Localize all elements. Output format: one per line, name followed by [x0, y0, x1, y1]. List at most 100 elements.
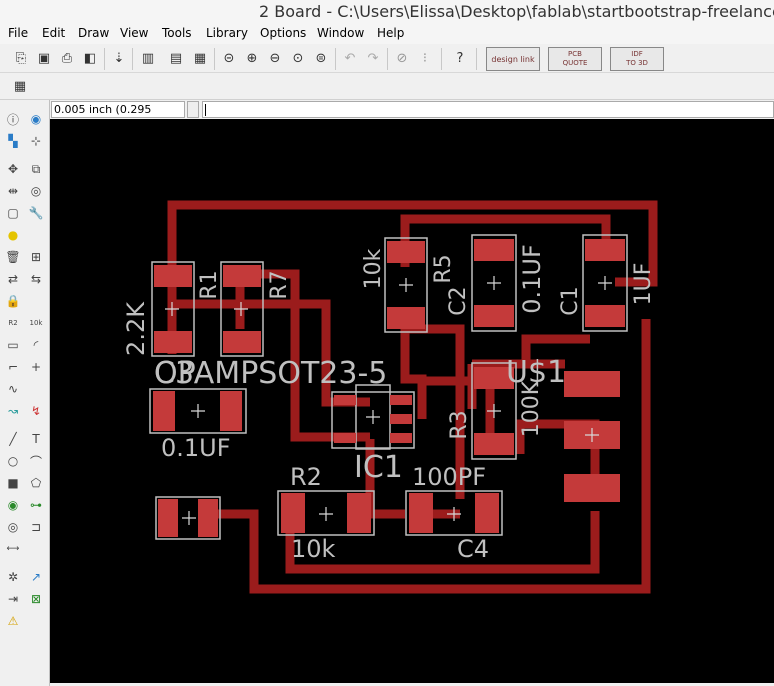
r1-pad	[154, 331, 192, 353]
c1-pad	[585, 305, 625, 327]
info-icon[interactable]: ⓘ	[5, 111, 21, 127]
menu-options[interactable]: Options	[260, 26, 306, 40]
errors-icon[interactable]: ⚠	[5, 613, 21, 629]
open-icon[interactable]: ⎘	[12, 49, 30, 67]
trace	[285, 511, 600, 574]
lock-icon[interactable]: 🔒	[5, 293, 21, 309]
grid-icon[interactable]: ▦	[11, 77, 29, 95]
polygon-icon[interactable]: ⬠	[28, 475, 44, 491]
route-icon[interactable]: ↝	[5, 403, 21, 419]
redo-icon[interactable]: ↷	[364, 49, 382, 67]
cam-icon[interactable]: ◧	[81, 49, 99, 67]
u1-pad	[564, 474, 620, 502]
ic1-pad	[390, 414, 412, 424]
copy-icon[interactable]: ⧉	[28, 161, 44, 177]
wire-icon[interactable]: ╱	[5, 431, 21, 447]
mirror-icon[interactable]: ⇹	[5, 183, 21, 199]
zoom-select-icon[interactable]: ⊙	[289, 49, 307, 67]
change-icon[interactable]: 🔧	[28, 205, 44, 221]
script-icon[interactable]: ⇣	[110, 49, 128, 67]
paste-icon[interactable]: ●	[5, 227, 21, 243]
ripup-icon[interactable]: ↯	[28, 403, 44, 419]
c4-name-label: C4	[457, 535, 489, 563]
pcb-quote-bottom-label: QUOTE	[562, 59, 588, 67]
rect-icon[interactable]: ■	[5, 475, 21, 491]
delete-icon[interactable]: 🗑	[5, 249, 21, 265]
dimension-icon[interactable]: ⟷	[5, 541, 21, 557]
zoom-redraw-icon[interactable]: ⊜	[312, 49, 330, 67]
design-link-label: design link	[491, 55, 535, 64]
menu-help[interactable]: Help	[377, 26, 404, 40]
r5-value-label: 10k	[361, 248, 386, 289]
c3-value-label: 0.1UF	[161, 434, 231, 462]
show-icon[interactable]: ◉	[28, 111, 44, 127]
menu-file[interactable]: File	[8, 26, 28, 40]
move-icon[interactable]: ✥	[5, 161, 21, 177]
ic1-name-label: IC1	[354, 450, 403, 485]
zoom-in-icon[interactable]: ⊕	[243, 49, 261, 67]
value-icon[interactable]: 10k	[28, 315, 44, 331]
r3-pad	[474, 433, 514, 455]
meander-icon[interactable]: ∿	[5, 381, 21, 397]
stop-icon[interactable]: ⊘	[393, 49, 411, 67]
zoom-out-icon[interactable]: ⊖	[266, 49, 284, 67]
main-toolbar: ⎘ ▣ ⎙ ◧ ⇣ ▥ ▤ ▦ ⊝ ⊕ ⊖ ⊙ ⊜ ↶ ↷ ⊘ ⁝ ? desi…	[0, 44, 774, 73]
split-icon[interactable]: ⌐	[5, 359, 21, 375]
attribute-icon[interactable]: ⊐	[28, 519, 44, 535]
r7-pad	[223, 265, 261, 287]
coordinate-toggle[interactable]	[187, 101, 199, 118]
c2-pad	[474, 305, 514, 327]
part-pad	[198, 499, 218, 537]
ratsnest-icon[interactable]: ✲	[5, 569, 21, 585]
command-input[interactable]	[202, 101, 774, 118]
name-icon[interactable]: R2	[5, 315, 21, 331]
text-icon[interactable]: T	[28, 431, 44, 447]
undo-icon[interactable]: ↶	[341, 49, 359, 67]
r7-name-label: R7	[267, 270, 292, 299]
add-icon[interactable]: ⊞	[28, 249, 44, 265]
idf-to-3d-button[interactable]: IDF TO 3D	[610, 47, 664, 71]
drc-icon[interactable]: ⊠	[28, 591, 44, 607]
pcb-quote-button[interactable]: PCB QUOTE	[548, 47, 602, 71]
via-icon[interactable]: ◉	[5, 497, 21, 513]
c3-name-label: C3	[154, 356, 194, 391]
board-canvas[interactable]: 2.2K R1 R7 10k R5 C2 0.1UF C1 1UF OPAMPS…	[50, 119, 774, 683]
menu-library[interactable]: Library	[206, 26, 248, 40]
signal-icon[interactable]: ⊶	[28, 497, 44, 513]
pinswap-icon[interactable]: ⇆	[28, 271, 44, 287]
print-icon[interactable]: ⎙	[58, 49, 76, 67]
smash-icon[interactable]: ▭	[5, 337, 21, 353]
zoom-fit-icon[interactable]: ⊝	[220, 49, 238, 67]
optimize-icon[interactable]: +	[28, 359, 44, 375]
menu-tools[interactable]: Tools	[162, 26, 192, 40]
parameter-toolbar: ▦	[0, 73, 774, 100]
arc-icon[interactable]: ⌒	[28, 453, 44, 469]
auto-icon[interactable]: ↗	[28, 569, 44, 585]
ulp-icon[interactable]: ▦	[191, 49, 209, 67]
miter-icon[interactable]: ◜	[28, 337, 44, 353]
ic1-pad	[390, 433, 412, 443]
c2-name-label: C2	[446, 286, 471, 315]
circle-icon[interactable]: ○	[5, 453, 21, 469]
ercs-icon[interactable]: ⇥	[5, 591, 21, 607]
scr-icon[interactable]: ▤	[167, 49, 185, 67]
hole-icon[interactable]: ◎	[5, 519, 21, 535]
replace-icon[interactable]: ⇄	[5, 271, 21, 287]
group-icon[interactable]: ▢	[5, 205, 21, 221]
save-icon[interactable]: ▣	[35, 49, 53, 67]
rotate-icon[interactable]: ◎	[28, 183, 44, 199]
r3-value-label: 100K	[519, 380, 544, 437]
menu-view[interactable]: View	[120, 26, 148, 40]
window-title: 2 Board - C:\Users\Elissa\Desktop\fablab…	[259, 2, 774, 21]
c4-pad	[475, 493, 499, 533]
go-icon[interactable]: ⁝	[416, 49, 434, 67]
help-icon[interactable]: ?	[451, 49, 469, 67]
menu-draw[interactable]: Draw	[78, 26, 109, 40]
mark-icon[interactable]: ⊹	[28, 133, 44, 149]
layer-settings-icon[interactable]: ▥	[139, 49, 157, 67]
display-icon[interactable]: ▚	[5, 133, 21, 149]
design-link-button[interactable]: design link	[486, 47, 540, 71]
menu-edit[interactable]: Edit	[42, 26, 65, 40]
menu-window[interactable]: Window	[317, 26, 364, 40]
c4-pad	[409, 493, 433, 533]
